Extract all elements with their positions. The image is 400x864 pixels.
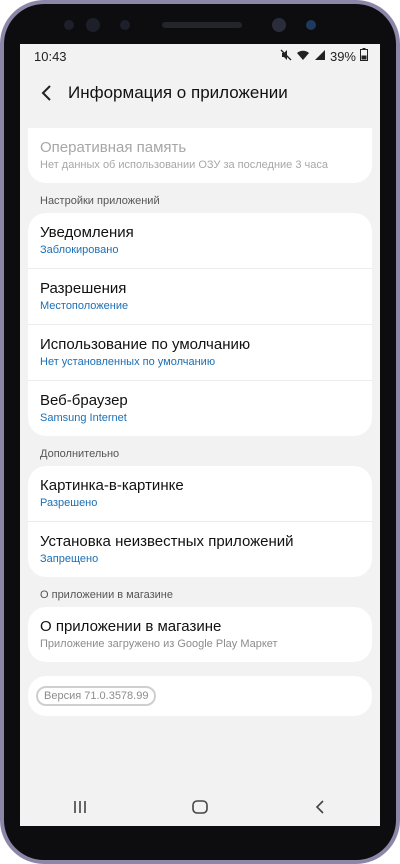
back-icon[interactable]: [308, 795, 332, 819]
status-icons: 39%: [280, 48, 368, 64]
app-settings-card: Уведомления Заблокировано Разрешения Мес…: [28, 213, 372, 436]
store-info-subtitle: Приложение загружено из Google Play Марк…: [40, 638, 278, 650]
memory-title: Оперативная память: [40, 139, 187, 156]
unknown-apps-title: Установка неизвестных приложений: [40, 533, 294, 550]
navigation-bar: [20, 788, 380, 826]
earpiece-speaker: [162, 22, 242, 28]
web-browser-row[interactable]: Веб-браузер Samsung Internet: [28, 380, 372, 436]
memory-subtitle: Нет данных об использовании ОЗУ за после…: [40, 159, 328, 171]
memory-row[interactable]: Оперативная память Нет данных об использ…: [28, 128, 372, 183]
notifications-row[interactable]: Уведомления Заблокировано: [28, 213, 372, 268]
version-card: Версия 71.0.3578.99: [28, 676, 372, 716]
mute-icon: [280, 49, 292, 64]
version-label: Версия 71.0.3578.99: [36, 686, 157, 706]
unknown-apps-row[interactable]: Установка неизвестных приложений Запреще…: [28, 521, 372, 577]
picture-in-picture-row[interactable]: Картинка-в-картинке Разрешено: [28, 466, 372, 521]
battery-percent: 39%: [329, 48, 356, 64]
settings-content: Оперативная память Нет данных об использ…: [20, 118, 380, 716]
home-icon[interactable]: [188, 795, 212, 819]
store-info-title: О приложении в магазине: [40, 618, 222, 635]
proximity-sensor-icon: [86, 18, 100, 32]
default-usage-subtitle: Нет установленных по умолчанию: [40, 356, 216, 368]
phone-frame: 10:43 39% Информация о приложении Операт…: [0, 0, 400, 864]
notifications-subtitle: Заблокировано: [40, 244, 119, 256]
led-sensor-icon: [306, 20, 316, 30]
permissions-row[interactable]: Разрешения Местоположение: [28, 268, 372, 324]
sensor-icon: [64, 20, 74, 30]
picture-in-picture-title: Картинка-в-картинке: [40, 477, 184, 494]
front-camera-icon: [272, 18, 286, 32]
section-label-store: О приложении в магазине: [40, 589, 173, 601]
wifi-icon: [296, 49, 310, 64]
unknown-apps-subtitle: Запрещено: [40, 553, 99, 565]
status-time: 10:43: [34, 48, 67, 64]
page-title: Информация о приложении: [68, 83, 288, 102]
app-bar: Информация о приложении: [20, 68, 380, 118]
phone-bezel: 10:43 39% Информация о приложении Операт…: [4, 4, 396, 860]
permissions-subtitle: Местоположение: [40, 300, 129, 312]
default-usage-row[interactable]: Использование по умолчанию Нет установле…: [28, 324, 372, 380]
section-label-advanced: Дополнительно: [40, 448, 120, 460]
default-usage-title: Использование по умолчанию: [40, 336, 251, 353]
notifications-title: Уведомления: [40, 224, 134, 241]
signal-icon: [314, 49, 326, 64]
iris-sensor-icon: [120, 20, 130, 30]
memory-card: Оперативная память Нет данных об использ…: [28, 128, 372, 183]
phone-top-hardware: [4, 4, 396, 44]
recents-icon[interactable]: [68, 795, 92, 819]
web-browser-title: Веб-браузер: [40, 392, 128, 409]
status-bar: 10:43 39%: [20, 44, 380, 68]
store-info-row[interactable]: О приложении в магазине Приложение загру…: [28, 607, 372, 662]
screen: 10:43 39% Информация о приложении Операт…: [20, 44, 380, 826]
permissions-title: Разрешения: [40, 280, 127, 297]
web-browser-subtitle: Samsung Internet: [40, 412, 127, 424]
advanced-card: Картинка-в-картинке Разрешено Установка …: [28, 466, 372, 577]
store-card: О приложении в магазине Приложение загру…: [28, 607, 372, 662]
back-arrow-icon[interactable]: [34, 81, 58, 105]
picture-in-picture-subtitle: Разрешено: [40, 497, 98, 509]
battery-icon: [360, 48, 368, 64]
section-label-app-settings: Настройки приложений: [40, 195, 160, 207]
